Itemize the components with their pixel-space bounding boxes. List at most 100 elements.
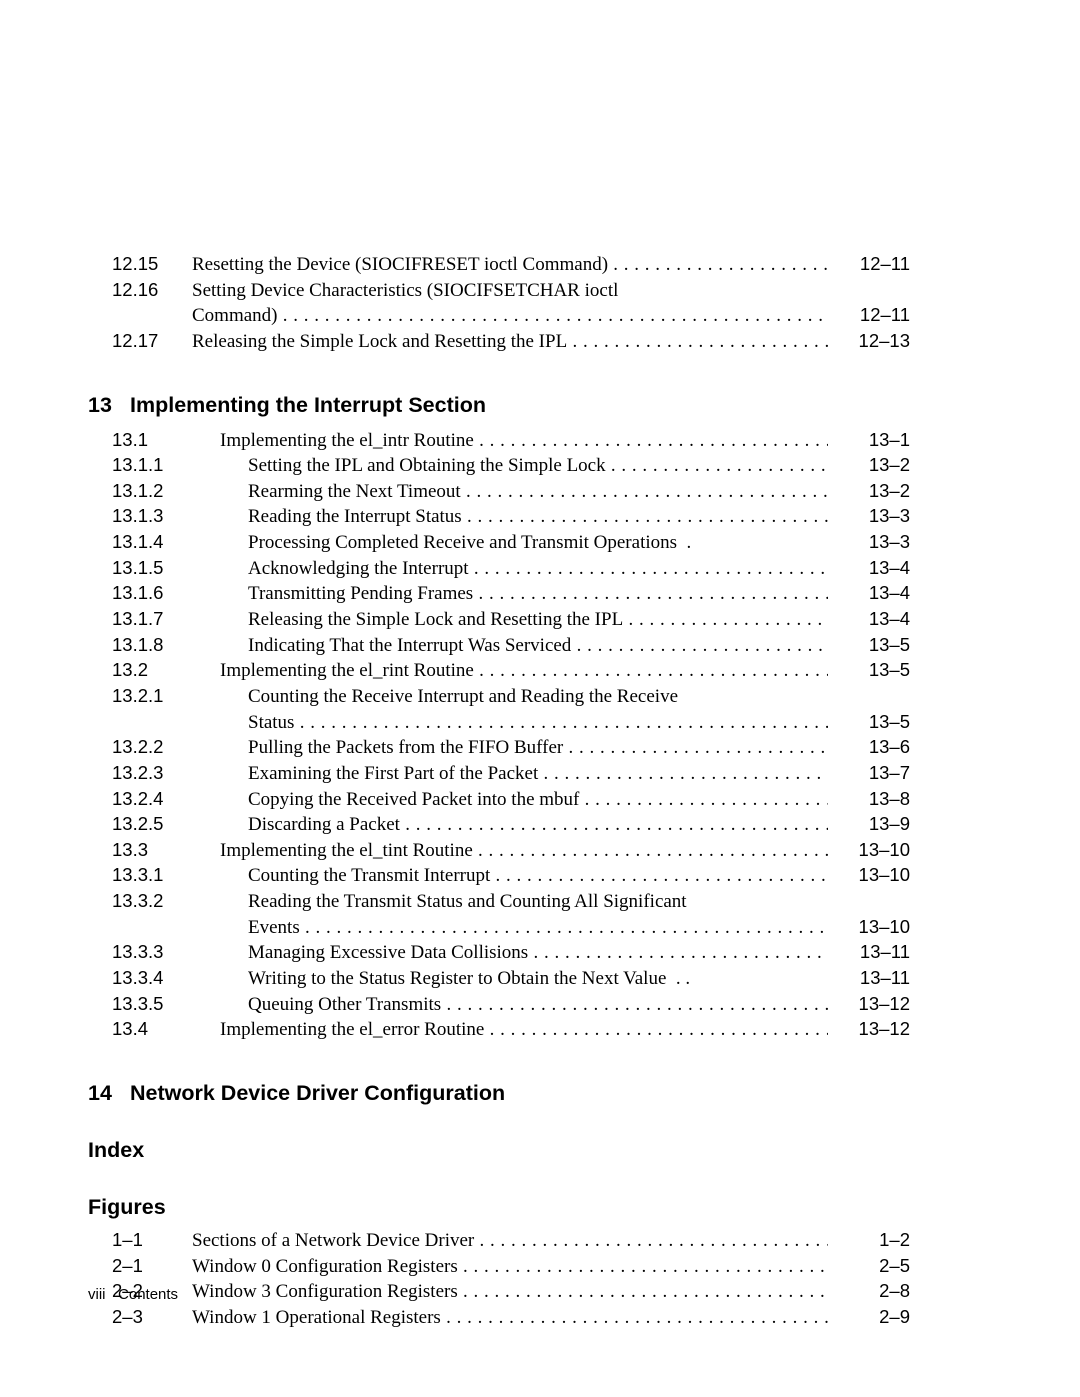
toc-entry-continuation: Status13–5 — [112, 710, 910, 736]
entry-number: 13.2.4 — [112, 787, 220, 812]
entry-number: 13.3 — [112, 838, 220, 863]
entry-title: Counting the Receive Interrupt and Readi… — [220, 684, 828, 710]
toc-entry: 12.15 Resetting the Device (SIOCIFRESET … — [112, 252, 910, 278]
entry-page: 12–11 — [828, 252, 910, 277]
figure-entry: 2–3Window 1 Operational Registers2–9 — [112, 1305, 910, 1331]
toc-entry: 13.2.4Copying the Received Packet into t… — [112, 787, 910, 813]
entry-page: 13–1 — [828, 428, 910, 453]
entry-number: 13.3.4 — [112, 966, 220, 991]
figures-heading: Figures — [88, 1195, 910, 1220]
toc-entry: 12.16 Setting Device Characteristics (SI… — [112, 278, 910, 304]
entry-page: 13–5 — [828, 710, 910, 735]
entry-title: Queuing Other Transmits — [220, 992, 828, 1018]
entry-title: Implementing the el_tint Routine — [220, 838, 828, 864]
entry-page: 13–3 — [828, 530, 910, 555]
entry-number: 13.4 — [112, 1017, 220, 1042]
chapter-heading-13: 13 Implementing the Interrupt Section — [88, 393, 910, 418]
toc-entry: 13.3.4Writing to the Status Register to … — [112, 966, 910, 992]
entry-page: 13–12 — [828, 992, 910, 1017]
chapter-number: 13 — [88, 393, 130, 418]
entry-number: 12.16 — [112, 278, 192, 303]
entry-page: 13–4 — [828, 581, 910, 606]
entry-title: Managing Excessive Data Collisions — [220, 940, 828, 966]
entry-page: 13–2 — [828, 453, 910, 478]
entry-number: 13.2.5 — [112, 812, 220, 837]
chapter-heading-14: 14 Network Device Driver Configuration — [88, 1081, 910, 1106]
toc-entry: 13.1Implementing the el_intr Routine13–1 — [112, 428, 910, 454]
toc-entry: 13.2.1Counting the Receive Interrupt and… — [112, 684, 910, 710]
entry-page: 13–4 — [828, 607, 910, 632]
page-number: viii — [88, 1286, 106, 1303]
entry-title: Window 0 Configuration Registers — [192, 1254, 828, 1280]
figure-entry: 2–2Window 3 Configuration Registers2–8 — [112, 1279, 910, 1305]
toc-entry: 13.1.1Setting the IPL and Obtaining the … — [112, 453, 910, 479]
figure-entry: 1–1Sections of a Network Device Driver1–… — [112, 1228, 910, 1254]
toc-entry: 13.1.7Releasing the Simple Lock and Rese… — [112, 607, 910, 633]
toc-block-ch12-cont: 12.15 Resetting the Device (SIOCIFRESET … — [112, 252, 910, 355]
entry-title: Reading the Interrupt Status — [220, 504, 828, 530]
toc-entry: 13.2.5Discarding a Packet13–9 — [112, 812, 910, 838]
entry-page: 13–2 — [828, 479, 910, 504]
toc-block-ch13: 13.1Implementing the el_intr Routine13–1… — [112, 428, 910, 1043]
toc-entry: 13.3.5Queuing Other Transmits13–12 — [112, 992, 910, 1018]
entry-title: Implementing the el_rint Routine — [220, 658, 828, 684]
entry-number: 13.1.7 — [112, 607, 220, 632]
entry-number: 13.2.1 — [112, 684, 220, 709]
toc-entry: 13.3.1Counting the Transmit Interrupt13–… — [112, 863, 910, 889]
entry-number: 13.3.5 — [112, 992, 220, 1017]
entry-number: 13.1.4 — [112, 530, 220, 555]
entry-page: 2–8 — [828, 1279, 910, 1304]
entry-page: 13–3 — [828, 504, 910, 529]
entry-title: Releasing the Simple Lock and Resetting … — [220, 607, 828, 633]
entry-number: 13.1.5 — [112, 556, 220, 581]
toc-block-figures: 1–1Sections of a Network Device Driver1–… — [112, 1228, 910, 1331]
toc-entry: 12.17 Releasing the Simple Lock and Rese… — [112, 329, 910, 355]
toc-entry: 13.3.3Managing Excessive Data Collisions… — [112, 940, 910, 966]
entry-number: 13.2 — [112, 658, 220, 683]
entry-page: 13–5 — [828, 633, 910, 658]
entry-number: 13.3.1 — [112, 863, 220, 888]
entry-title: Copying the Received Packet into the mbu… — [220, 787, 828, 813]
entry-page: 13–5 — [828, 658, 910, 683]
figure-entry: 2–1Window 0 Configuration Registers2–5 — [112, 1254, 910, 1280]
chapter-number: 14 — [88, 1081, 130, 1106]
entry-title: Discarding a Packet — [220, 812, 828, 838]
entry-number: 13.3.3 — [112, 940, 220, 965]
entry-number: 13.3.2 — [112, 889, 220, 914]
entry-title: Pulling the Packets from the FIFO Buffer — [220, 735, 828, 761]
toc-entry-continuation: Events13–10 — [112, 915, 910, 941]
entry-page: 13–7 — [828, 761, 910, 786]
toc-page: 12.15 Resetting the Device (SIOCIFRESET … — [0, 0, 1080, 1397]
toc-entry: 13.3.2Reading the Transmit Status and Co… — [112, 889, 910, 915]
entry-title: Acknowledging the Interrupt — [220, 556, 828, 582]
entry-page: 2–5 — [828, 1254, 910, 1279]
entry-page: 13–6 — [828, 735, 910, 760]
entry-title: Window 1 Operational Registers — [192, 1305, 828, 1331]
entry-page: 2–9 — [828, 1305, 910, 1330]
toc-entry: 13.2.2Pulling the Packets from the FIFO … — [112, 735, 910, 761]
entry-number: 13.1.3 — [112, 504, 220, 529]
entry-page: 1–2 — [828, 1228, 910, 1253]
toc-entry-continuation: Command) 12–11 — [112, 303, 910, 329]
entry-number: 12.15 — [112, 252, 192, 277]
entry-page: 12–11 — [828, 303, 910, 328]
entry-title: Writing to the Status Register to Obtain… — [220, 966, 828, 992]
toc-entry: 13.1.4Processing Completed Receive and T… — [112, 530, 910, 556]
toc-entry: 13.3Implementing the el_tint Routine13–1… — [112, 838, 910, 864]
entry-number: 13.2.3 — [112, 761, 220, 786]
entry-number: 13.1.8 — [112, 633, 220, 658]
entry-page: 13–10 — [828, 915, 910, 940]
entry-page: 13–10 — [828, 863, 910, 888]
toc-entry: 13.2.3Examining the First Part of the Pa… — [112, 761, 910, 787]
entry-title-cont: Events — [220, 915, 828, 941]
entry-title: Implementing the el_error Routine — [220, 1017, 828, 1043]
entry-title: Examining the First Part of the Packet — [220, 761, 828, 787]
toc-entry: 13.1.5Acknowledging the Interrupt13–4 — [112, 556, 910, 582]
toc-entry: 13.1.8Indicating That the Interrupt Was … — [112, 633, 910, 659]
entry-title: Setting Device Characteristics (SIOCIFSE… — [192, 278, 828, 304]
entry-title: Processing Completed Receive and Transmi… — [220, 530, 828, 556]
entry-page: 13–10 — [828, 838, 910, 863]
entry-number: 1–1 — [112, 1228, 192, 1253]
toc-entry: 13.2Implementing the el_rint Routine13–5 — [112, 658, 910, 684]
entry-title: Rearming the Next Timeout — [220, 479, 828, 505]
